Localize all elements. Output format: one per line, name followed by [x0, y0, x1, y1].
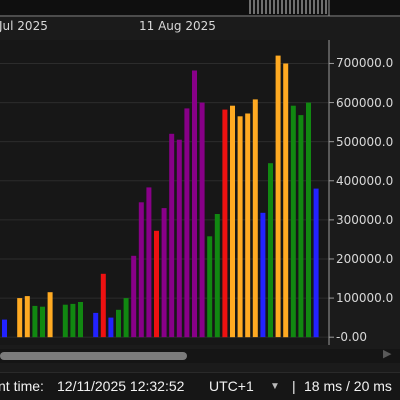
y-tick-label: 100000.0	[336, 291, 394, 306]
timezone-dropdown-icon[interactable]: ▼	[270, 381, 280, 392]
chart-window: Jul 2025 11 Aug 2025 700000.0 600000.0 500…	[0, 0, 400, 400]
current-time-value: 12/11/2025 12:32:52	[57, 378, 185, 394]
volume-bar	[207, 236, 213, 338]
volume-bar	[78, 302, 83, 338]
volume-bar	[123, 298, 129, 338]
volume-bar	[222, 109, 228, 338]
volume-bar	[199, 102, 205, 338]
volume-bar	[176, 139, 182, 338]
upper-panel-bg	[0, 0, 400, 17]
render-time: 18 ms / 20 ms	[304, 378, 392, 394]
status-bar: nt time: 12/11/2025 12:32:52 UTC+1 ▼ | 1…	[0, 372, 400, 400]
volume-bar	[100, 273, 106, 338]
volume-bar	[161, 208, 167, 338]
volume-bar	[237, 116, 243, 338]
volume-bar	[214, 214, 220, 338]
x-axis-label-aug: 11 Aug 2025	[139, 19, 216, 33]
y-axis-ticks	[329, 62, 334, 338]
volume-bar	[260, 212, 266, 338]
volume-bar	[230, 105, 235, 338]
volume-bar	[108, 317, 114, 338]
volume-bar	[154, 230, 159, 338]
volume-bar	[290, 105, 296, 338]
volume-bar	[245, 113, 251, 338]
volume-bar	[2, 319, 7, 338]
volume-bar	[313, 188, 319, 338]
volume-bar	[252, 99, 258, 338]
y-tick-label: 600000.0	[336, 95, 394, 110]
volume-bar	[32, 305, 38, 338]
y-tick-label: 300000.0	[336, 212, 394, 227]
x-axis-label-jul: Jul 2025	[0, 19, 48, 33]
y-tick-label: 400000.0	[336, 173, 394, 188]
volume-bar	[47, 292, 53, 338]
volume-bar	[17, 298, 23, 338]
volume-bar	[268, 163, 273, 338]
volume-bar	[70, 303, 76, 338]
volume-bar	[40, 306, 45, 338]
volume-bar	[283, 63, 289, 338]
scroll-right-arrow-icon[interactable]: ▶	[383, 347, 391, 360]
volume-bar	[184, 108, 190, 338]
volume-bar	[131, 255, 137, 338]
volume-bar	[306, 102, 311, 338]
volume-bar	[24, 296, 30, 338]
volume-bar	[192, 70, 197, 338]
timezone-selector[interactable]: UTC+1	[209, 378, 254, 394]
status-separator: |	[292, 378, 296, 394]
volume-bar	[169, 133, 175, 338]
scrollbar-thumb[interactable]	[0, 352, 187, 360]
volume-bar	[298, 115, 304, 338]
current-time-label: nt time:	[0, 378, 44, 394]
volume-bar	[116, 309, 121, 338]
volume-bar	[62, 304, 68, 338]
volume-bar	[138, 202, 144, 338]
volume-bar	[275, 55, 281, 338]
volume-bar	[146, 187, 152, 338]
y-tick-label: 200000.0	[336, 251, 394, 266]
y-tick-label: 700000.0	[336, 56, 394, 71]
y-tick-label: -0.00	[336, 330, 368, 345]
volume-bar	[93, 312, 99, 338]
y-tick-label: 500000.0	[336, 134, 394, 149]
